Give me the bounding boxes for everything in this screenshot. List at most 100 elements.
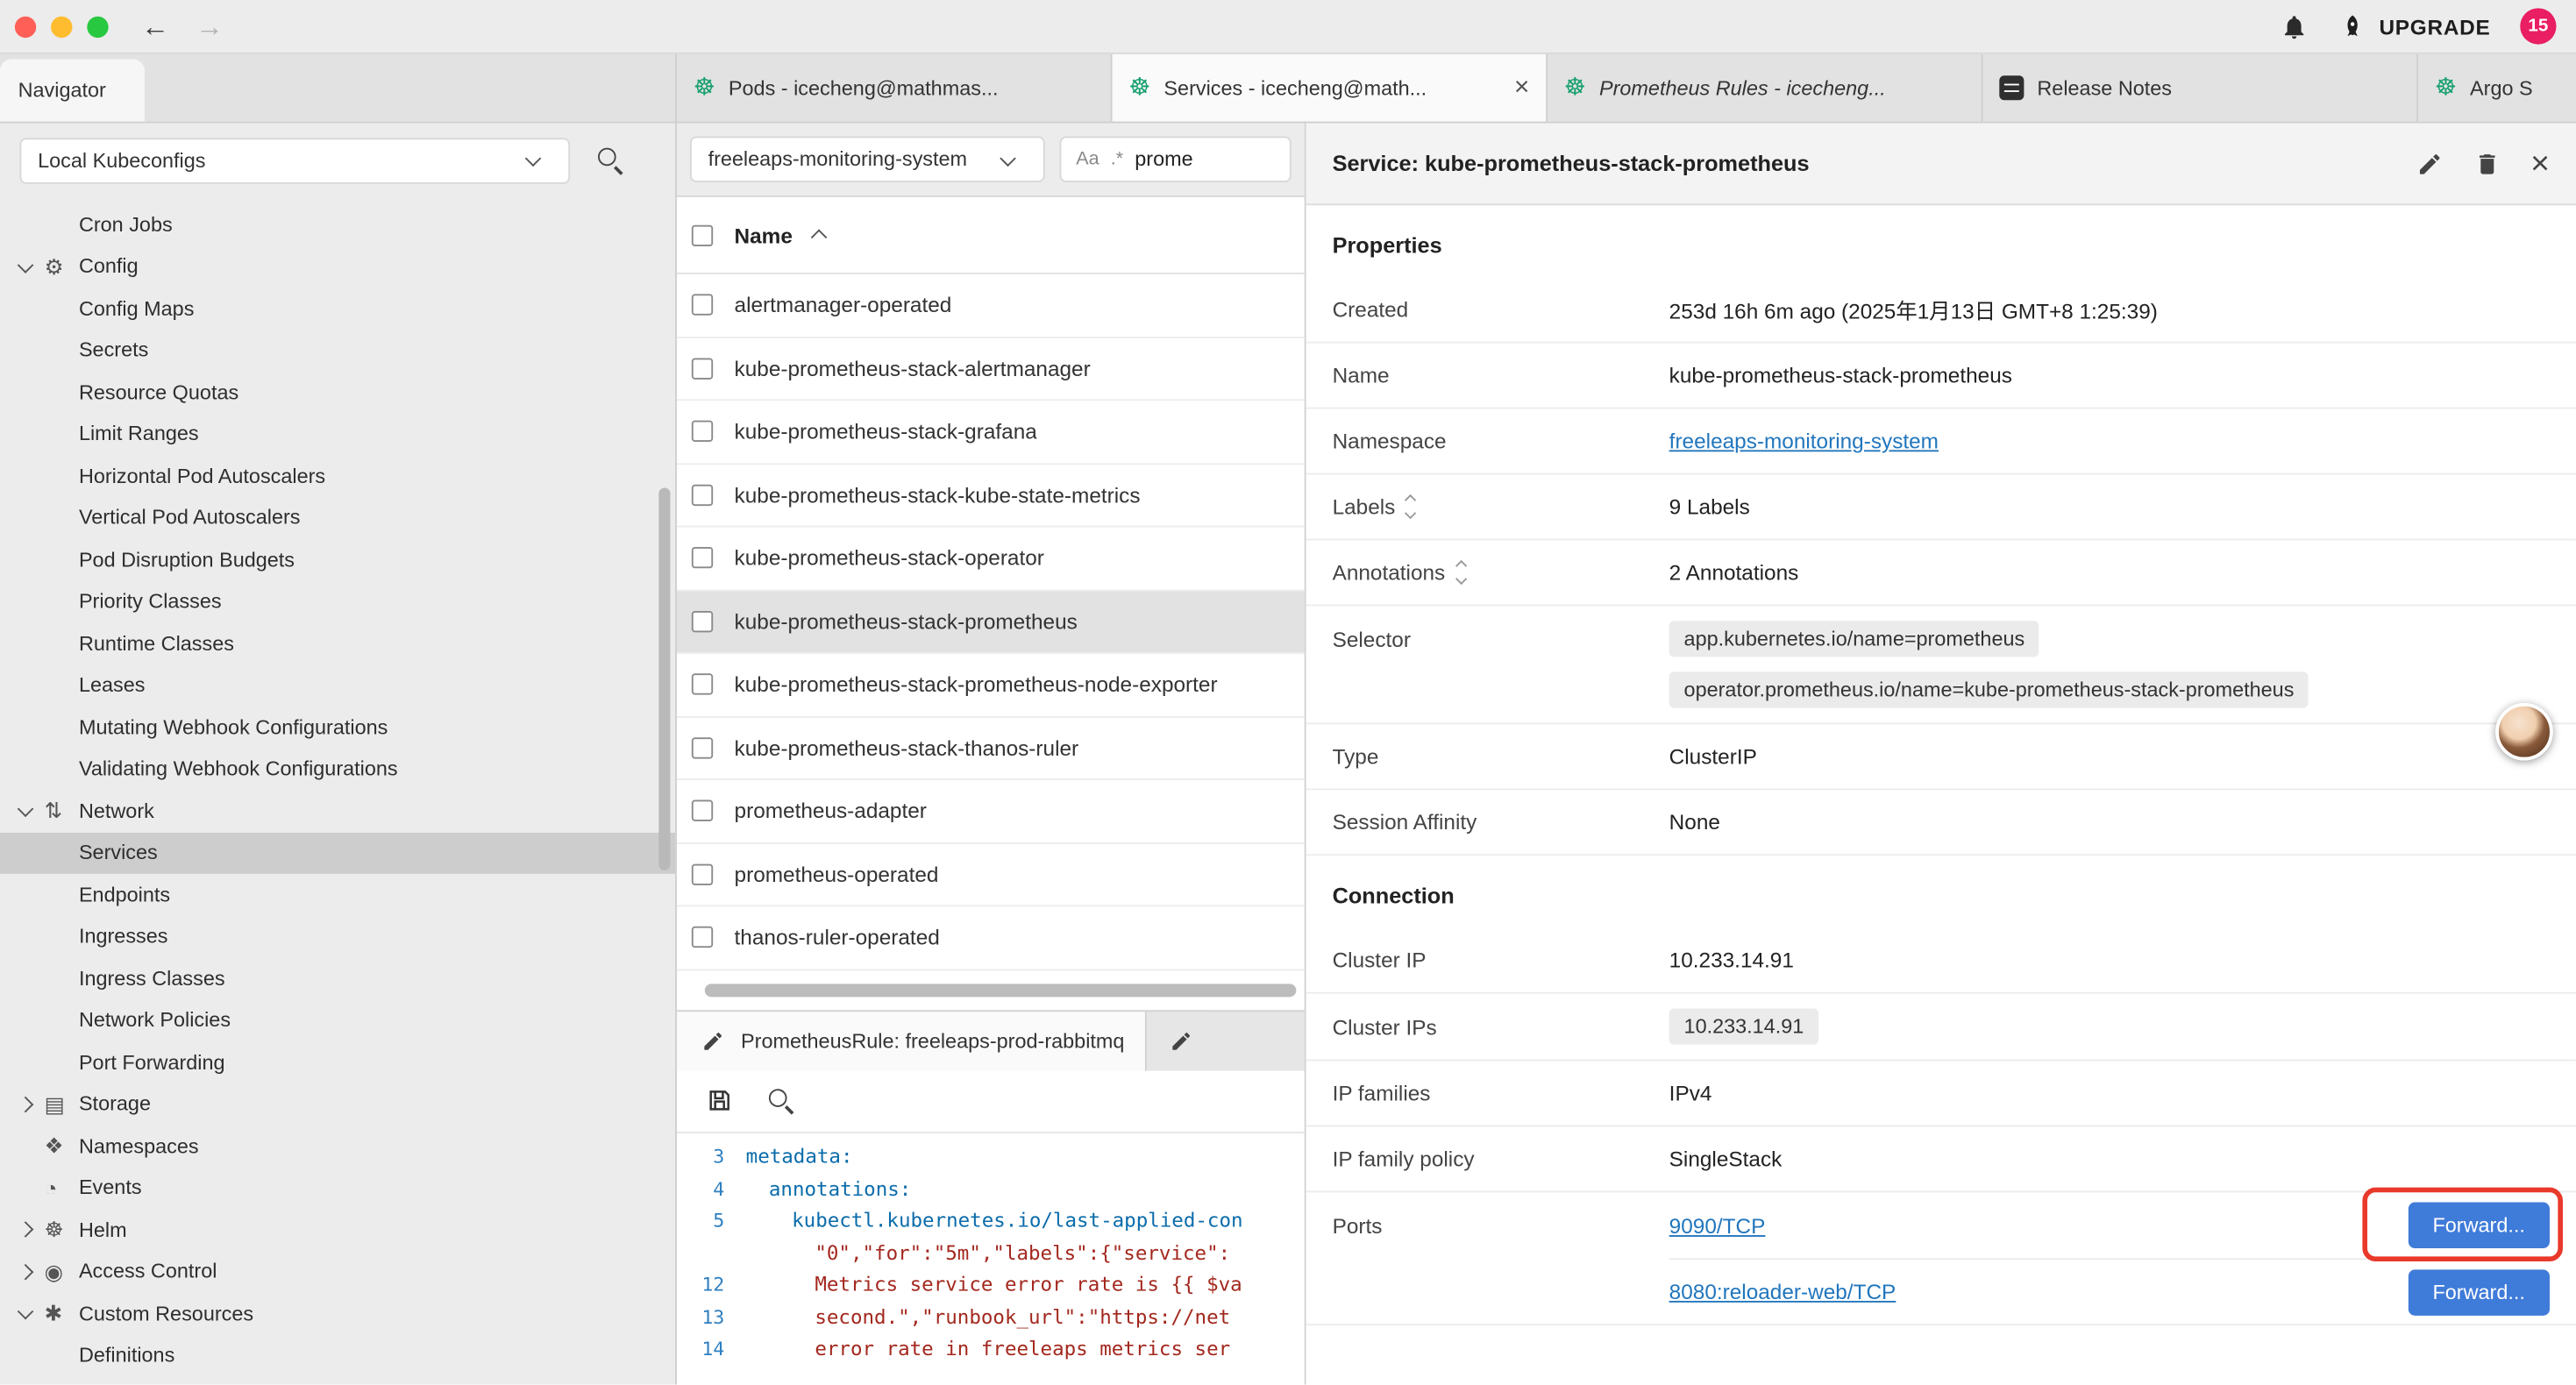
- sidebar-item-helm[interactable]: ☸Helm: [0, 1209, 675, 1251]
- sidebar-item-vertical-pod-autoscalers[interactable]: Vertical Pod Autoscalers: [0, 497, 675, 539]
- tab-services-icecheng-math[interactable]: ☸Services - icecheng@math...×: [1112, 54, 1548, 122]
- sidebar-item-ingress-classes[interactable]: Ingress Classes: [0, 957, 675, 999]
- sidebar-item-config-maps[interactable]: Config Maps: [0, 288, 675, 330]
- detail-label-text: Annotations: [1333, 560, 1446, 585]
- table-row[interactable]: kube-prometheus-stack-prometheus-node-ex…: [677, 654, 1305, 717]
- table-row[interactable]: prometheus-adapter: [677, 780, 1305, 843]
- row-checkbox[interactable]: [692, 358, 713, 379]
- forward-nav-button[interactable]: →: [196, 12, 224, 40]
- forward-button[interactable]: Forward...: [2408, 1203, 2550, 1248]
- sidebar-item-secrets[interactable]: Secrets: [0, 330, 675, 372]
- notifications-bell-icon[interactable]: [2279, 11, 2309, 41]
- sidebar-item-namespaces[interactable]: ❖Namespaces: [0, 1125, 675, 1167]
- sidebar-item-mutating-webhook-configurations[interactable]: Mutating Webhook Configurations: [0, 707, 675, 749]
- yaml-editor[interactable]: 3metadata:4annotations:5kubectl.kubernet…: [677, 1133, 1305, 1385]
- row-checkbox[interactable]: [692, 737, 713, 758]
- table-row[interactable]: alertmanager-operated: [677, 274, 1305, 337]
- table-row[interactable]: thanos-ruler-operated: [677, 906, 1305, 970]
- port-link[interactable]: 8080:reloader-web/TCP: [1669, 1280, 1896, 1304]
- chevron-down-icon[interactable]: [18, 801, 34, 818]
- table-row[interactable]: prometheus-operated: [677, 843, 1305, 906]
- sidebar-item-pod-disruption-budgets[interactable]: Pod Disruption Budgets: [0, 539, 675, 581]
- traffic-light-close-button[interactable]: [15, 16, 36, 37]
- chevron-right-icon[interactable]: [18, 1096, 34, 1112]
- sidebar-item-storage[interactable]: ▤Storage: [0, 1083, 675, 1126]
- tab-prometheus-rules-icecheng[interactable]: ☸Prometheus Rules - icecheng...: [1548, 54, 1983, 122]
- kubeconfig-select[interactable]: Local Kubeconfigs: [19, 137, 570, 182]
- sidebar-item-network-policies[interactable]: Network Policies: [0, 999, 675, 1041]
- tab-argo-s[interactable]: ☸Argo S: [2418, 54, 2576, 122]
- sidebar-item-leases[interactable]: Leases: [0, 664, 675, 707]
- sidebar-item-endpoints[interactable]: Endpoints: [0, 874, 675, 916]
- sidebar-item-config[interactable]: ⚙Config: [0, 245, 675, 288]
- editor-search-icon[interactable]: [767, 1086, 795, 1114]
- notification-count-badge[interactable]: 15: [2520, 8, 2556, 44]
- sidebar-item-port-forwarding[interactable]: Port Forwarding: [0, 1041, 675, 1083]
- sidebar-item-services[interactable]: Services: [0, 832, 675, 874]
- table-row[interactable]: kube-prometheus-stack-kube-state-metrics: [677, 464, 1305, 527]
- table-row[interactable]: kube-prometheus-stack-alertmanager: [677, 337, 1305, 401]
- row-checkbox[interactable]: [692, 611, 713, 632]
- table-row[interactable]: kube-prometheus-stack-thanos-ruler: [677, 717, 1305, 780]
- sidebar-search-icon[interactable]: [596, 146, 624, 174]
- table-row[interactable]: kube-prometheus-stack-grafana: [677, 401, 1305, 464]
- row-checkbox[interactable]: [692, 484, 713, 505]
- port-link[interactable]: 9090/TCP: [1669, 1213, 1766, 1238]
- row-checkbox[interactable]: [692, 295, 713, 316]
- chevron-right-icon[interactable]: [18, 1263, 34, 1280]
- tab-pods-icecheng-mathmas[interactable]: ☸Pods - icecheng@mathmas...: [677, 54, 1113, 122]
- back-button[interactable]: ←: [141, 12, 169, 40]
- row-checkbox[interactable]: [692, 547, 713, 568]
- traffic-light-zoom-button[interactable]: [87, 16, 108, 37]
- dock-tab-prometheusrule[interactable]: PrometheusRule: freeleaps-prod-rabbitmq: [677, 1011, 1148, 1069]
- sort-toggle-icon[interactable]: [1456, 562, 1464, 582]
- detail-link[interactable]: freeleaps-monitoring-system: [1669, 429, 1939, 453]
- sidebar-item-cron-jobs[interactable]: Cron Jobs: [0, 203, 675, 245]
- detail-label: Created: [1333, 297, 1669, 322]
- sidebar-item-definitions[interactable]: Definitions: [0, 1334, 675, 1376]
- table-row[interactable]: kube-prometheus-stack-prometheus: [677, 591, 1305, 654]
- row-checkbox[interactable]: [692, 927, 713, 948]
- user-avatar[interactable]: [2495, 703, 2553, 761]
- sidebar-item-access-control[interactable]: ◉Access Control: [0, 1251, 675, 1293]
- sidebar-item-custom-resources[interactable]: ✱Custom Resources: [0, 1293, 675, 1335]
- delete-trash-icon[interactable]: [2473, 149, 2503, 179]
- sidebar-item-validating-webhook-configurations[interactable]: Validating Webhook Configurations: [0, 748, 675, 790]
- forward-button[interactable]: Forward...: [2408, 1268, 2550, 1314]
- close-tab-icon[interactable]: ×: [1514, 73, 1530, 103]
- chevron-down-icon[interactable]: [18, 1303, 34, 1320]
- sidebar-item-horizontal-pod-autoscalers[interactable]: Horizontal Pod Autoscalers: [0, 455, 675, 497]
- sidebar-item-runtime-classes[interactable]: Runtime Classes: [0, 622, 675, 664]
- select-all-checkbox[interactable]: [692, 224, 713, 245]
- sidebar-item-network[interactable]: ⇅Network: [0, 790, 675, 832]
- close-panel-icon[interactable]: ×: [2530, 147, 2550, 180]
- sidebar-item-limit-ranges[interactable]: Limit Ranges: [0, 413, 675, 455]
- regex-toggle[interactable]: .*: [1111, 150, 1123, 169]
- match-case-toggle[interactable]: Aa: [1076, 150, 1099, 169]
- sidebar-item-resource-quotas[interactable]: Resource Quotas: [0, 371, 675, 413]
- filter-search-input[interactable]: Aa .* prome: [1060, 137, 1292, 182]
- chevron-down-icon[interactable]: [18, 257, 34, 273]
- save-icon[interactable]: [705, 1086, 735, 1116]
- dock-tab-partial[interactable]: [1154, 1011, 1210, 1069]
- row-checkbox[interactable]: [692, 674, 713, 695]
- sidebar-item-priority-classes[interactable]: Priority Classes: [0, 580, 675, 622]
- row-checkbox[interactable]: [692, 863, 713, 884]
- detail-value: None: [1669, 810, 1720, 835]
- upgrade-button[interactable]: UPGRADE: [2338, 11, 2491, 41]
- sidebar-scrollbar-thumb[interactable]: [658, 487, 670, 870]
- traffic-light-minimize-button[interactable]: [51, 16, 72, 37]
- row-checkbox[interactable]: [692, 421, 713, 442]
- row-checkbox[interactable]: [692, 800, 713, 821]
- chevron-right-icon[interactable]: [18, 1222, 34, 1239]
- sidebar-item-ingresses[interactable]: Ingresses: [0, 916, 675, 958]
- sort-toggle-icon[interactable]: [1406, 496, 1414, 516]
- table-row[interactable]: kube-prometheus-stack-operator: [677, 527, 1305, 590]
- horizontal-scrollbar-thumb[interactable]: [705, 983, 1297, 996]
- name-column-header[interactable]: Name: [735, 223, 793, 247]
- namespace-select[interactable]: freeleaps-monitoring-system: [690, 137, 1045, 182]
- tab-release-notes[interactable]: Release Notes: [1983, 54, 2419, 122]
- edit-pencil-icon[interactable]: [2416, 149, 2445, 179]
- sort-ascending-icon[interactable]: [812, 229, 829, 245]
- sidebar-item-events[interactable]: ◔Events: [0, 1167, 675, 1209]
